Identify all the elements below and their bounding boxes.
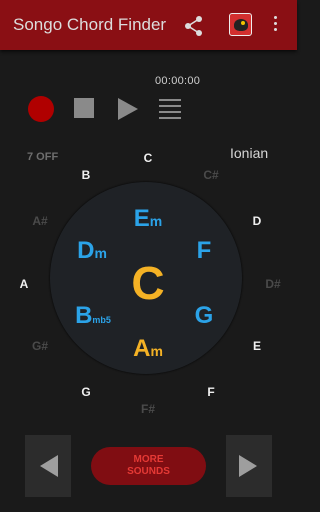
note-g-sharp[interactable]: G# xyxy=(32,339,48,353)
app-bar: Songo Chord Finder xyxy=(0,0,297,50)
chord-dm[interactable]: Dm xyxy=(77,239,107,263)
prev-button[interactable] xyxy=(25,435,71,497)
note-e[interactable]: E xyxy=(253,339,261,353)
note-f-sharp[interactable]: F# xyxy=(141,402,155,416)
chord-bmb5[interactable]: Bmb5 xyxy=(75,304,111,328)
chevron-left-icon xyxy=(40,455,58,477)
bottom-bar: MORE SOUNDS xyxy=(25,435,272,497)
chord-am[interactable]: Am xyxy=(133,337,163,361)
chord-f[interactable]: F xyxy=(197,239,212,263)
playback-time: 00:00:00 xyxy=(155,75,201,87)
note-d[interactable]: D xyxy=(253,214,262,228)
seventh-toggle[interactable]: 7 OFF xyxy=(27,151,58,163)
record-button[interactable] xyxy=(28,96,54,122)
chord-em[interactable]: Em xyxy=(134,207,162,231)
app-title: Songo Chord Finder xyxy=(13,15,167,34)
note-a-sharp[interactable]: A# xyxy=(32,214,47,228)
list-button[interactable] xyxy=(159,99,181,123)
chord-g[interactable]: G xyxy=(195,304,214,328)
next-button[interactable] xyxy=(226,435,272,497)
note-b[interactable]: B xyxy=(82,168,91,182)
play-button[interactable] xyxy=(118,98,138,120)
chord-center[interactable]: C xyxy=(131,260,164,306)
more-sounds-button[interactable]: MORE SOUNDS xyxy=(91,447,206,485)
note-f[interactable]: F xyxy=(207,385,214,399)
note-c[interactable]: C xyxy=(144,151,153,165)
note-g[interactable]: G xyxy=(81,385,90,399)
mode-label[interactable]: Ionian xyxy=(230,145,268,161)
chevron-right-icon xyxy=(239,455,257,477)
note-c-sharp[interactable]: C# xyxy=(203,168,218,182)
kebab-menu-icon[interactable] xyxy=(271,16,279,36)
stop-button[interactable] xyxy=(74,98,94,118)
share-icon[interactable] xyxy=(183,15,205,37)
app-icon[interactable] xyxy=(229,13,252,36)
note-a[interactable]: A xyxy=(20,277,29,291)
note-d-sharp[interactable]: D# xyxy=(265,277,280,291)
